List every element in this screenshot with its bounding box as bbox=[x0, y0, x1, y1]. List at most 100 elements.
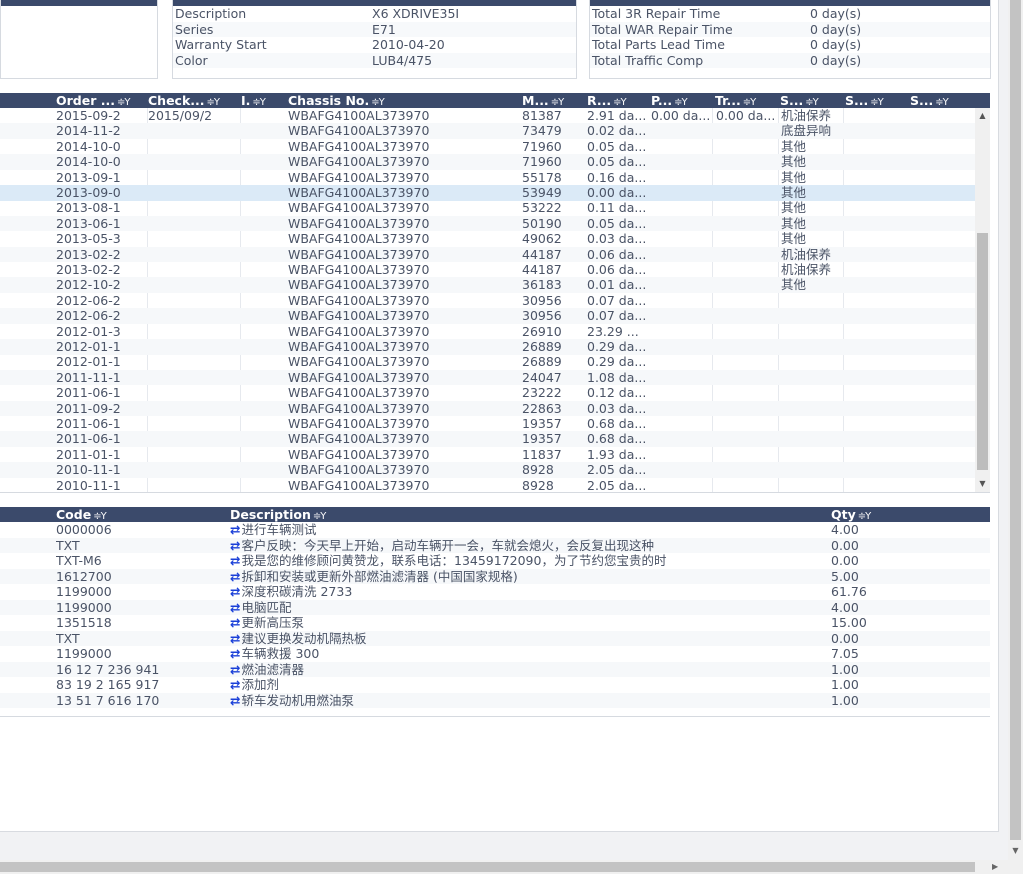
header-label: Description bbox=[230, 507, 311, 522]
items-header-col[interactable]: Description ≑Y bbox=[230, 507, 530, 522]
sort-filter-icon[interactable]: ≑Y bbox=[371, 97, 384, 108]
sort-filter-icon[interactable]: ≑Y bbox=[313, 511, 326, 522]
sort-filter-icon[interactable]: ≑Y bbox=[551, 97, 564, 108]
sort-filter-icon[interactable]: ≑Y bbox=[870, 97, 883, 108]
items-row[interactable]: 1351518 ⇄更新高压泵 15.00 bbox=[0, 615, 990, 631]
orders-row[interactable]: 2012-06-21 WBAFG4100AL373970 30956 0.07 da.… bbox=[0, 308, 975, 324]
page-horizontal-scrollbar[interactable]: ▶ bbox=[0, 860, 1008, 874]
link-arrows-icon[interactable]: ⇄ bbox=[230, 646, 240, 661]
orders-row[interactable]: 2014-10-09 WBAFG4100AL373970 71960 0.05 da.… bbox=[0, 139, 975, 155]
orders-row[interactable]: 2010-11-11 WBAFG4100AL373970 8928 2.05 da..… bbox=[0, 462, 975, 478]
orders-scroll-thumb[interactable] bbox=[977, 233, 988, 470]
link-arrows-icon[interactable]: ⇄ bbox=[230, 631, 240, 646]
orders-row[interactable]: 2012-01-30 WBAFG4100AL373970 26910 23.29 ..… bbox=[0, 324, 975, 340]
totals-value: 0 day(s) bbox=[810, 37, 862, 52]
orders-row[interactable]: 2012-01-12 WBAFG4100AL373970 26889 0.29 da.… bbox=[0, 339, 975, 355]
orders-row[interactable]: 2013-02-27 WBAFG4100AL373970 44187 0.06 da.… bbox=[0, 262, 975, 278]
sort-filter-icon[interactable]: ≑Y bbox=[613, 97, 626, 108]
orders-header-col[interactable]: S... ≑Y bbox=[780, 93, 844, 108]
scroll-down-icon[interactable]: ▼ bbox=[975, 478, 990, 490]
orders-row[interactable]: 2013-06-14 WBAFG4100AL373970 50190 0.05 da.… bbox=[0, 215, 975, 232]
orders-header-col[interactable]: Tr... ≑Y bbox=[715, 93, 779, 108]
sort-filter-icon[interactable]: ≑Y bbox=[252, 97, 265, 108]
orders-row[interactable]: 2011-06-13 WBAFG4100AL373970 19357 0.68 da.… bbox=[0, 431, 975, 447]
link-arrows-icon[interactable]: ⇄ bbox=[230, 662, 240, 677]
orders-cell-r: 0.29 da... bbox=[587, 339, 647, 354]
orders-row[interactable]: 2015-09-23 2015/09/23 WBAFG4100AL373970 813… bbox=[0, 108, 975, 124]
items-row[interactable]: TXT ⇄建议更换发动机隔热板 0.00 bbox=[0, 630, 990, 646]
orders-row[interactable]: 2011-11-15 WBAFG4100AL373970 24047 1.08 da.… bbox=[0, 369, 975, 386]
scroll-down-icon[interactable]: ▼ bbox=[1008, 846, 1023, 855]
items-row[interactable]: TXT ⇄客户反映：今天早上开始，启动车辆开一会，车就会熄火，会反复出现这种 0.0… bbox=[0, 537, 990, 553]
orders-cell-mileage: 26889 bbox=[522, 339, 562, 354]
items-description-text: 燃油滤清器 bbox=[241, 661, 304, 677]
orders-grid-header: Order ... ≑Y Check... ≑Y I. ≑Y Chassis No. ≑Y M.… bbox=[0, 93, 990, 108]
sort-filter-icon[interactable]: ≑Y bbox=[207, 97, 220, 108]
sort-filter-icon[interactable]: ≑Y bbox=[743, 97, 756, 108]
link-arrows-icon[interactable]: ⇄ bbox=[230, 600, 240, 615]
orders-cell-chassis: WBAFG4100AL373970 bbox=[288, 339, 430, 354]
orders-header-col[interactable]: Chassis No. ≑Y bbox=[288, 93, 522, 108]
link-arrows-icon[interactable]: ⇄ bbox=[230, 569, 240, 584]
sort-filter-icon[interactable]: ≑Y bbox=[935, 97, 948, 108]
items-cell-code: 1199000 bbox=[56, 599, 112, 615]
link-arrows-icon[interactable]: ⇄ bbox=[230, 538, 240, 553]
orders-row[interactable]: 2012-10-29 WBAFG4100AL373970 36183 0.01 da.… bbox=[0, 277, 975, 293]
orders-row[interactable]: 2013-09-01 WBAFG4100AL373970 53949 0.00 da.… bbox=[0, 185, 975, 201]
orders-header-col[interactable]: M... ≑Y bbox=[522, 93, 586, 108]
orders-header-col[interactable]: Order ... ≑Y bbox=[56, 93, 148, 108]
orders-header-col[interactable]: I. ≑Y bbox=[241, 93, 287, 108]
orders-header-col[interactable]: S... ≑Y bbox=[845, 93, 909, 108]
orders-row[interactable]: 2014-11-22 WBAFG4100AL373970 73479 0.02 da.… bbox=[0, 123, 975, 139]
orders-row[interactable]: 2014-10-09 WBAFG4100AL373970 71960 0.05 da.… bbox=[0, 154, 975, 170]
orders-row[interactable]: 2013-08-14 WBAFG4100AL373970 53222 0.11 da.… bbox=[0, 200, 975, 216]
items-row[interactable]: TXT-M6 ⇄我是您的维修顾问黄赞龙，联系电话：13459172090，为了节约… bbox=[0, 553, 990, 569]
orders-row[interactable]: 2013-09-16 WBAFG4100AL373970 55178 0.16 da.… bbox=[0, 170, 975, 186]
scroll-up-icon[interactable]: ▲ bbox=[975, 110, 990, 122]
items-row[interactable]: 13 51 7 616 170 ⇄轿车发动机用燃油泵 1.00 bbox=[0, 692, 990, 708]
orders-row[interactable]: 2013-05-30 WBAFG4100AL373970 49062 0.03 da.… bbox=[0, 231, 975, 247]
items-row[interactable]: 0000006 ⇄进行车辆测试 4.00 bbox=[0, 522, 990, 538]
link-arrows-icon[interactable]: ⇄ bbox=[230, 553, 240, 568]
orders-row[interactable]: 2013-02-27 WBAFG4100AL373970 44187 0.06 da.… bbox=[0, 246, 975, 263]
items-row[interactable]: 16 12 7 236 941 ⇄燃油滤清器 1.00 bbox=[0, 661, 990, 677]
page-hscroll-thumb[interactable] bbox=[0, 862, 975, 872]
items-header-col[interactable]: Code ≑Y bbox=[56, 507, 216, 522]
sort-filter-icon[interactable]: ≑Y bbox=[117, 97, 130, 108]
link-arrows-icon[interactable]: ⇄ bbox=[230, 693, 240, 708]
sort-filter-icon[interactable]: ≑Y bbox=[805, 97, 818, 108]
orders-row[interactable]: 2011-06-13 WBAFG4100AL373970 19357 0.68 da.… bbox=[0, 416, 975, 432]
orders-row[interactable]: 2010-11-11 WBAFG4100AL373970 8928 2.05 da..… bbox=[0, 478, 975, 492]
items-row[interactable]: 1612700 ⇄拆卸和安装或更新外部燃油滤清器 (中国国家规格) 5.00 bbox=[0, 568, 990, 584]
link-arrows-icon[interactable]: ⇄ bbox=[230, 615, 240, 630]
scroll-right-icon[interactable]: ▶ bbox=[992, 860, 998, 874]
orders-row[interactable]: 2012-06-21 WBAFG4100AL373970 30956 0.07 da.… bbox=[0, 293, 975, 309]
page-scroll-thumb[interactable] bbox=[1010, 0, 1021, 840]
page-vertical-scrollbar[interactable]: ▼ bbox=[1008, 0, 1023, 874]
link-arrows-icon[interactable]: ⇄ bbox=[230, 677, 240, 692]
items-row[interactable]: 83 19 2 165 917 ⇄添加剂 1.00 bbox=[0, 677, 990, 693]
header-label: Code bbox=[56, 507, 92, 522]
orders-row[interactable]: 2011-06-13 WBAFG4100AL373970 23222 0.12 da.… bbox=[0, 385, 975, 401]
sort-filter-icon[interactable]: ≑Y bbox=[674, 97, 687, 108]
sort-filter-icon[interactable]: ≑Y bbox=[93, 511, 106, 522]
orders-row[interactable]: 2012-01-12 WBAFG4100AL373970 26889 0.29 da.… bbox=[0, 354, 975, 370]
items-row[interactable]: 1199000 ⇄车辆救援 300 7.05 bbox=[0, 646, 990, 662]
orders-header-col[interactable]: S... ≑Y bbox=[910, 93, 974, 108]
orders-header-col[interactable]: P... ≑Y bbox=[651, 93, 715, 108]
orders-cell-chassis: WBAFG4100AL373970 bbox=[288, 431, 430, 447]
link-arrows-icon[interactable]: ⇄ bbox=[230, 522, 240, 537]
items-row[interactable]: 1199000 ⇄深度积碳清洗 2733 61.76 bbox=[0, 584, 990, 600]
orders-row[interactable]: 2011-01-13 WBAFG4100AL373970 11837 1.93 da.… bbox=[0, 447, 975, 463]
totals-row: Total WAR Repair Time 0 day(s) bbox=[590, 21, 990, 37]
sort-filter-icon[interactable]: ≑Y bbox=[858, 511, 871, 522]
orders-header-col[interactable]: Check... ≑Y bbox=[148, 93, 240, 108]
orders-scrollbar[interactable]: ▲ ▼ bbox=[975, 108, 990, 492]
items-row[interactable]: 1199000 ⇄电脑匹配 4.00 bbox=[0, 599, 990, 615]
orders-row[interactable]: 2011-09-21 WBAFG4100AL373970 22863 0.03 da.… bbox=[0, 400, 975, 417]
items-header-col[interactable]: Qty ≑Y bbox=[831, 507, 951, 522]
orders-header-col[interactable]: R... ≑Y bbox=[587, 93, 651, 108]
link-arrows-icon[interactable]: ⇄ bbox=[230, 584, 240, 599]
items-cell-code: TXT bbox=[56, 537, 80, 553]
orders-cell-date: 2013-09-16 bbox=[56, 169, 120, 185]
